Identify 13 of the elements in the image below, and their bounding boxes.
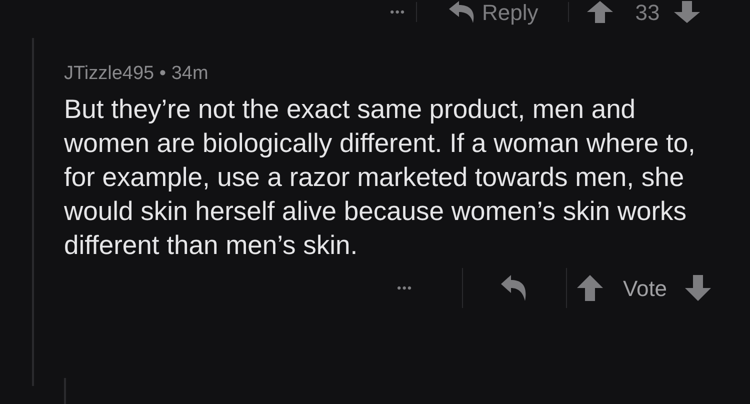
upvote-icon[interactable]: [577, 275, 603, 301]
downvote-icon[interactable]: [685, 275, 712, 301]
comment-meta: JTizzle495 • 34m: [64, 62, 210, 86]
comment-body: But they’re not the exact same product, men and women are biologically different. If a woman where to, for example, use a razor marketed towards men, she would skin herself alive because women’s skin works different than men’s skin.: [64, 93, 696, 262]
more-options-button[interactable]: •••: [390, 3, 414, 21]
more-options-button[interactable]: •••: [397, 279, 421, 297]
reply-icon[interactable]: [501, 275, 528, 301]
vote-score: 33: [635, 0, 660, 26]
upvote-icon[interactable]: [587, 1, 614, 23]
vote-label[interactable]: Vote: [623, 272, 668, 304]
reply-icon: [449, 1, 476, 23]
downvote-icon[interactable]: [674, 1, 700, 23]
reply-button[interactable]: Reply: [449, 0, 538, 28]
